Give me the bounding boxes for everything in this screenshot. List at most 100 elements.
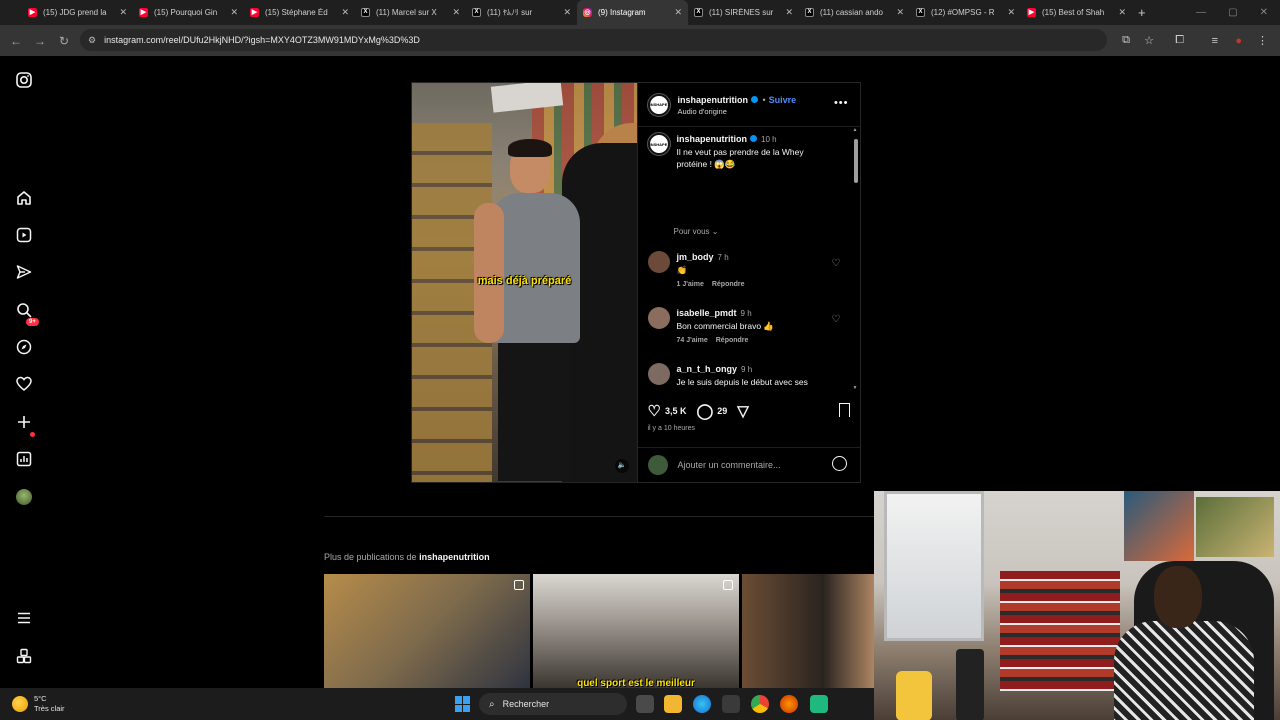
browser-tab[interactable]: X (11) SIRÈNES sur ✕ <box>688 0 799 25</box>
reel-icon <box>723 580 733 590</box>
minimize-icon[interactable]: — <box>1196 7 1206 18</box>
reply-button[interactable]: Répondre <box>716 337 749 344</box>
media-control-icon[interactable]: ≡ <box>1212 35 1218 47</box>
post-thumbnail[interactable] <box>324 574 530 688</box>
description-avatar[interactable]: INSHAPE <box>646 132 671 156</box>
audio-label[interactable]: Audio d'origine <box>678 106 797 117</box>
browser-tab[interactable]: X (12) #OMPSG - R ✕ <box>910 0 1021 25</box>
comment-username[interactable]: a_n_t_h_ongy <box>677 364 738 374</box>
comment-username[interactable]: isabelle_pmdt <box>677 308 737 318</box>
browser-tab[interactable]: ◎ (9) Instagram ✕ <box>577 0 688 25</box>
description-text: Il ne veut pas prendre de la Whey protéi… <box>676 147 804 169</box>
youtube-icon: ▶ <box>250 8 259 17</box>
more-posts-username[interactable]: inshapenutrition <box>419 552 490 562</box>
forward-icon[interactable]: → <box>28 34 52 48</box>
close-tab-icon[interactable]: ✕ <box>119 7 127 18</box>
browser-tab[interactable]: ▶ (15) JDG prend la ✕ <box>22 0 133 25</box>
browser-tab[interactable]: X (11) cassian ando ✕ <box>799 0 910 25</box>
follow-button[interactable]: Suivre <box>769 95 797 105</box>
comment-avatar[interactable] <box>647 307 670 329</box>
comments-list[interactable]: INSHAPE inshapenutrition 10 h Il ne veut … <box>638 127 861 391</box>
browser-tab[interactable]: X (11) Marcel sur X ✕ <box>355 0 466 25</box>
x-logo-icon: X <box>694 8 703 17</box>
reload-icon[interactable]: ↻ <box>52 34 76 48</box>
close-tab-icon[interactable]: ✕ <box>1118 7 1126 18</box>
weather-widget[interactable]: 5°C Très clair <box>12 694 65 714</box>
tab-title: (11) Marcel sur X <box>376 8 437 17</box>
extensions-icon[interactable]: ⧠ <box>1175 34 1184 47</box>
back-icon[interactable]: ← <box>4 34 28 48</box>
close-tab-icon[interactable]: ✕ <box>674 7 682 18</box>
post-thumbnail[interactable] <box>742 574 874 688</box>
close-tab-icon[interactable]: ✕ <box>341 7 349 18</box>
firefox-icon[interactable] <box>780 695 798 713</box>
close-tab-icon[interactable]: ✕ <box>452 7 460 18</box>
messages-icon[interactable] <box>14 262 34 282</box>
author-avatar[interactable]: INSHAPE <box>646 92 671 117</box>
windows-start-icon[interactable] <box>455 696 471 712</box>
create-plus-icon[interactable] <box>14 412 34 432</box>
instagram-logo-icon[interactable] <box>14 70 34 90</box>
add-comment-input[interactable]: Ajouter un commentaire... <box>678 460 781 470</box>
likes-count[interactable]: 3,5 K <box>665 406 687 416</box>
comment-avatar[interactable] <box>647 363 670 385</box>
close-tab-icon[interactable]: ✕ <box>230 7 238 18</box>
like-heart-icon[interactable]: ♡ <box>648 402 661 420</box>
more-options-icon[interactable]: ••• <box>834 97 849 109</box>
maximize-icon[interactable]: ▢ <box>1228 7 1237 18</box>
for-you-filter[interactable]: Pour vous ⌄ <box>674 227 719 236</box>
close-tab-icon[interactable]: ✕ <box>785 7 793 18</box>
post-thumbnail[interactable]: quel sport est le meilleur <box>533 574 739 688</box>
app-icon[interactable] <box>810 695 828 713</box>
close-tab-icon[interactable]: ✕ <box>563 7 571 18</box>
site-info-icon[interactable]: ⚙ <box>88 35 96 46</box>
browser-tab[interactable]: X (11) ﾔﾑﾉﾘ sur ✕ <box>466 0 577 25</box>
new-tab-button[interactable]: + <box>1138 5 1146 20</box>
browser-tab[interactable]: ▶ (15) Best of Shah ✕ <box>1021 0 1132 25</box>
comment-likes[interactable]: 74 J'aime <box>677 337 708 344</box>
home-icon[interactable] <box>14 188 34 208</box>
reels-icon[interactable] <box>14 225 34 245</box>
video-caption: mais déjà préparé <box>477 275 572 287</box>
chrome-icon[interactable] <box>751 695 769 713</box>
browser-menu-icon[interactable]: ⋮ <box>1257 34 1268 47</box>
bookmark-star-icon[interactable]: ☆ <box>1144 34 1154 47</box>
store-icon[interactable] <box>722 695 740 713</box>
comment-username[interactable]: jm_body <box>677 252 714 262</box>
like-comment-heart-icon[interactable]: ♡ <box>832 259 842 269</box>
author-username[interactable]: inshapenutrition <box>678 95 749 105</box>
profile-avatar-icon[interactable]: ● <box>1235 35 1242 47</box>
comments-scrollbar[interactable]: ▲ ▼ <box>853 127 859 391</box>
share-send-icon[interactable]: ▽ <box>737 402 749 420</box>
emoji-picker-icon[interactable] <box>831 456 847 471</box>
browser-tab[interactable]: ▶ (15) Stéphane Éd ✕ <box>244 0 355 25</box>
taskbar-search[interactable]: ⌕ Rechercher <box>479 693 627 715</box>
search-icon[interactable] <box>14 300 34 320</box>
comments-count: 29 <box>717 406 728 416</box>
close-window-icon[interactable]: ✕ <box>1260 7 1268 18</box>
menu-hamburger-icon[interactable] <box>14 608 34 628</box>
description-username[interactable]: inshapenutrition <box>677 134 748 144</box>
address-bar[interactable]: ⚙ instagram.com/reel/DUfu2HkjNHD/?igsh=M… <box>80 29 1107 51</box>
edge-browser-icon[interactable] <box>693 695 711 713</box>
comment-likes[interactable]: 1 J'aime <box>677 281 704 288</box>
close-tab-icon[interactable]: ✕ <box>1007 7 1015 18</box>
profile-avatar-icon[interactable] <box>14 487 34 507</box>
explore-compass-icon[interactable] <box>14 337 34 357</box>
threads-apps-icon[interactable] <box>14 646 34 666</box>
reply-button[interactable]: Répondre <box>712 281 745 288</box>
reel-video[interactable]: mais déjà préparé 🔈 <box>412 83 637 482</box>
like-comment-heart-icon[interactable]: ♡ <box>832 315 842 325</box>
notifications-heart-icon[interactable] <box>14 374 34 394</box>
comment-avatar[interactable] <box>647 251 670 273</box>
save-bookmark-icon[interactable] <box>839 403 850 417</box>
comment-bubble-icon[interactable]: ◯ <box>696 402 713 420</box>
task-view-icon[interactable] <box>636 695 654 713</box>
browser-tab[interactable]: ▶ (15) Pourquoi Gin ✕ <box>133 0 244 25</box>
tab-title: (15) Pourquoi Gin <box>154 8 218 17</box>
file-explorer-icon[interactable] <box>664 695 682 713</box>
close-tab-icon[interactable]: ✕ <box>896 7 904 18</box>
dashboard-icon[interactable] <box>14 449 34 469</box>
mute-icon[interactable]: 🔈 <box>615 459 629 473</box>
install-app-icon[interactable]: ⧉ <box>1122 34 1130 47</box>
